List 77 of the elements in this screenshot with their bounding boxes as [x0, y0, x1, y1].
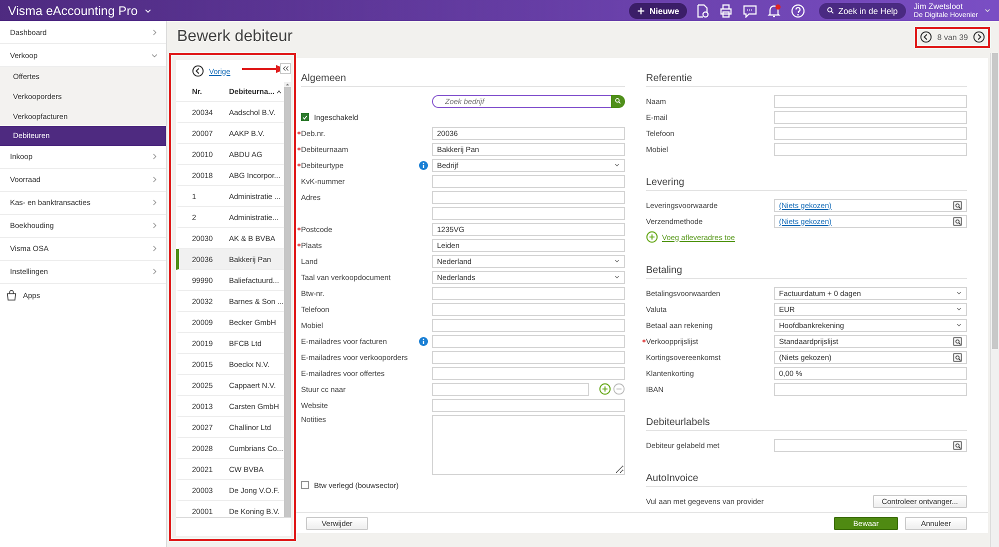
bell-icon[interactable]	[767, 4, 782, 18]
double-chevron-icon	[282, 65, 289, 72]
sort-ascending-icon[interactable]	[276, 88, 282, 94]
input-field[interactable]	[432, 174, 625, 188]
section-heading: Algemeen	[301, 70, 625, 87]
plus-icon	[637, 6, 646, 14]
info-icon[interactable]	[419, 336, 428, 346]
input-field[interactable]	[774, 382, 967, 396]
caret-icon	[614, 162, 620, 168]
input-field[interactable]	[432, 206, 625, 220]
input-field[interactable]	[774, 142, 967, 156]
input-field[interactable]	[774, 126, 967, 140]
section-heading: Referentie	[646, 70, 967, 87]
shopping-bag-icon	[6, 290, 17, 301]
chevron-icon	[151, 222, 158, 230]
input-field[interactable]	[432, 318, 625, 332]
pager-count: 8 van 39	[937, 32, 968, 42]
chat-icon[interactable]	[743, 4, 758, 18]
section-heading: Betaling	[646, 262, 967, 279]
section-heading: Debiteurlabels	[646, 414, 967, 431]
collapse-button[interactable]	[280, 63, 291, 74]
caret-icon	[956, 322, 962, 328]
search-button[interactable]	[611, 94, 625, 108]
checkbox[interactable]	[301, 481, 309, 489]
app-title: Visma eAccounting Pro	[8, 4, 138, 18]
caret-icon	[956, 306, 962, 312]
input-field[interactable]	[432, 302, 625, 316]
input-field[interactable]	[432, 286, 625, 300]
caret-icon	[956, 290, 962, 296]
input-field[interactable]	[432, 382, 589, 396]
chevron-icon	[151, 245, 158, 252]
help-icon[interactable]	[791, 4, 806, 18]
checkbox[interactable]	[301, 113, 309, 121]
lookup-icon[interactable]	[953, 216, 962, 226]
scrollbar[interactable]	[990, 53, 999, 547]
caret-icon	[614, 274, 620, 280]
lookup-icon[interactable]	[953, 440, 962, 450]
scrollbar[interactable]	[284, 82, 291, 517]
chevron-icon	[151, 28, 158, 36]
input-field[interactable]	[774, 94, 967, 108]
chevron-icon	[151, 153, 158, 160]
chevron-icon	[151, 176, 158, 184]
chevron-icon	[151, 268, 158, 276]
input-field[interactable]	[432, 190, 625, 204]
section-heading: AutoInvoice	[646, 470, 967, 487]
input-field[interactable]	[432, 334, 625, 348]
search-icon	[615, 98, 621, 104]
document-icon[interactable]	[695, 4, 710, 18]
user-name[interactable]: Jim Zwetsloot	[914, 2, 978, 10]
page-title: Bewerk debiteur	[177, 28, 293, 46]
next-icon[interactable]	[973, 31, 985, 43]
lookup-icon[interactable]	[953, 200, 962, 210]
lookup-icon[interactable]	[953, 336, 962, 346]
printer-icon[interactable]	[719, 4, 734, 18]
chevron-down-icon[interactable]	[984, 7, 991, 14]
lookup-field[interactable]	[774, 438, 967, 452]
search-icon	[827, 7, 834, 14]
add-icon[interactable]	[646, 231, 658, 243]
input-field[interactable]	[432, 366, 625, 380]
caret-icon	[614, 258, 620, 264]
previous-icon[interactable]	[920, 31, 932, 43]
chevron-down-icon[interactable]	[144, 6, 152, 14]
add-icon[interactable]	[599, 383, 611, 395]
back-icon[interactable]	[192, 65, 204, 77]
section-heading: Levering	[646, 174, 967, 191]
scroll-up-icon[interactable]	[284, 82, 291, 87]
lookup-icon[interactable]	[953, 352, 962, 362]
chevron-icon	[151, 52, 158, 58]
new-button[interactable]: Nieuwe	[629, 2, 688, 18]
input-field[interactable]	[432, 350, 625, 364]
help-search-button[interactable]: Zoek in de Help	[819, 2, 906, 18]
notes-field[interactable]	[432, 415, 625, 475]
input-field[interactable]	[774, 110, 967, 124]
info-icon[interactable]	[419, 160, 428, 170]
input-field[interactable]	[432, 398, 625, 412]
chevron-icon	[151, 199, 158, 206]
remove-icon[interactable]	[613, 383, 625, 395]
